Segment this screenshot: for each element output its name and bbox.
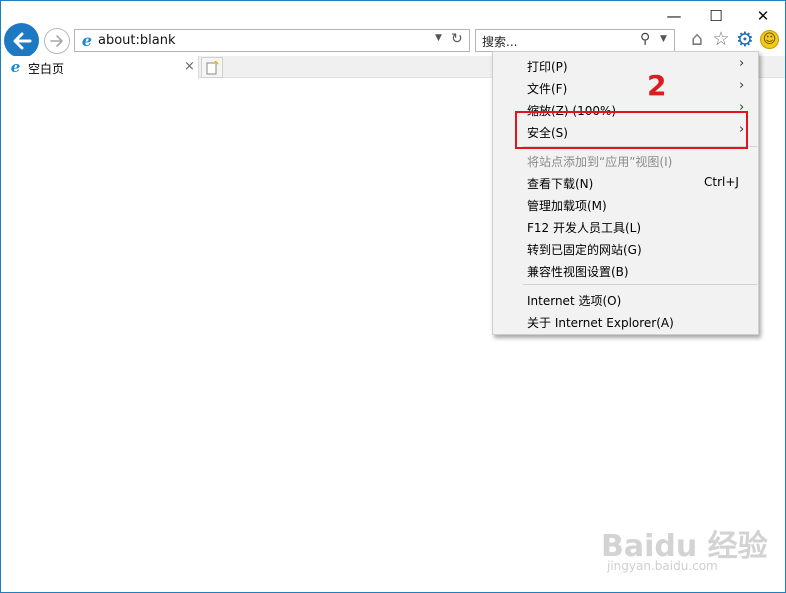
address-dropdown-icon[interactable]: ▼ bbox=[435, 33, 442, 43]
menu-item-label: 兼容性视图设置(B) bbox=[527, 265, 629, 279]
search-dropdown-icon[interactable]: ▼ bbox=[660, 34, 667, 44]
watermark: Baidu 经验 jingyan.baidu.com bbox=[601, 521, 768, 581]
highlight-box bbox=[515, 111, 748, 149]
menu-item-internet-options[interactable]: Internet 选项(O) bbox=[493, 288, 758, 310]
search-placeholder: 搜索... bbox=[482, 35, 518, 49]
menu-item-label: Internet 选项(O) bbox=[527, 294, 622, 308]
forward-arrow-icon bbox=[50, 35, 63, 47]
menu-item-view-downloads[interactable]: 查看下载(N) Ctrl+J bbox=[493, 171, 758, 193]
menu-item-label: 文件(F) bbox=[527, 82, 568, 96]
new-tab-button[interactable] bbox=[201, 57, 223, 78]
menu-item-label: 转到已固定的网站(G) bbox=[527, 243, 642, 257]
watermark-url: jingyan.baidu.com bbox=[607, 559, 718, 573]
step-number-annotation: 2 bbox=[647, 69, 667, 102]
tab-blank-page[interactable]: e 空白页 × bbox=[2, 56, 199, 79]
ie-logo-icon: e bbox=[10, 57, 21, 76]
browser-window: — ☐ ✕ e about:blank ▼ ↻ 搜索... ⚲ ▼ ⌂ ☆ ⚙ … bbox=[0, 0, 786, 593]
tab-close-icon[interactable]: × bbox=[184, 59, 195, 74]
submenu-arrow-icon: › bbox=[739, 56, 745, 71]
tab-title: 空白页 bbox=[28, 62, 65, 76]
menu-item-label: 打印(P) bbox=[527, 60, 568, 74]
gear-icon[interactable]: ⚙ bbox=[734, 27, 756, 51]
address-bar[interactable]: e about:blank ▼ ↻ bbox=[74, 29, 470, 52]
menu-item-about-ie[interactable]: 关于 Internet Explorer(A) bbox=[493, 310, 758, 332]
search-input[interactable]: 搜索... ⚲ ▼ bbox=[475, 29, 675, 52]
close-window-button[interactable]: ✕ bbox=[748, 5, 778, 27]
home-icon[interactable]: ⌂ bbox=[686, 28, 708, 50]
menu-item-label: 关于 Internet Explorer(A) bbox=[527, 316, 674, 330]
smile-icon[interactable]: ☺ bbox=[760, 30, 779, 49]
star-icon[interactable]: ☆ bbox=[710, 28, 732, 50]
menu-item-dev-tools[interactable]: F12 开发人员工具(L) bbox=[493, 215, 758, 237]
menu-item-add-to-apps: 将站点添加到“应用”视图(I) bbox=[493, 149, 758, 171]
menu-separator bbox=[523, 284, 757, 285]
new-tab-icon bbox=[206, 60, 219, 74]
menu-item-manage-addons[interactable]: 管理加载项(M) bbox=[493, 193, 758, 215]
submenu-arrow-icon: › bbox=[739, 78, 745, 93]
menu-item-print[interactable]: 打印(P) › bbox=[493, 54, 758, 76]
menu-item-label: 管理加载项(M) bbox=[527, 199, 607, 213]
search-icon[interactable]: ⚲ bbox=[640, 31, 650, 47]
menu-item-label: 查看下载(N) bbox=[527, 177, 594, 191]
menu-item-compat-view[interactable]: 兼容性视图设置(B) bbox=[493, 259, 758, 281]
minimize-button[interactable]: — bbox=[659, 5, 689, 27]
address-text[interactable]: about:blank bbox=[98, 33, 176, 48]
menu-item-pinned-sites[interactable]: 转到已固定的网站(G) bbox=[493, 237, 758, 259]
ie-logo-icon: e bbox=[81, 31, 93, 50]
back-arrow-icon bbox=[13, 32, 31, 49]
forward-button[interactable] bbox=[44, 28, 70, 54]
maximize-button[interactable]: ☐ bbox=[701, 5, 731, 27]
menu-item-label: 将站点添加到“应用”视图(I) bbox=[527, 155, 673, 169]
back-button[interactable] bbox=[4, 23, 39, 58]
menu-item-file[interactable]: 文件(F) › bbox=[493, 76, 758, 98]
menu-shortcut: Ctrl+J bbox=[704, 175, 739, 189]
tools-menu: 打印(P) › 文件(F) › 缩放(Z) (100%) › 安全(S) › 将… bbox=[492, 51, 759, 335]
menu-item-label: F12 开发人员工具(L) bbox=[527, 221, 642, 235]
refresh-icon[interactable]: ↻ bbox=[451, 31, 463, 47]
